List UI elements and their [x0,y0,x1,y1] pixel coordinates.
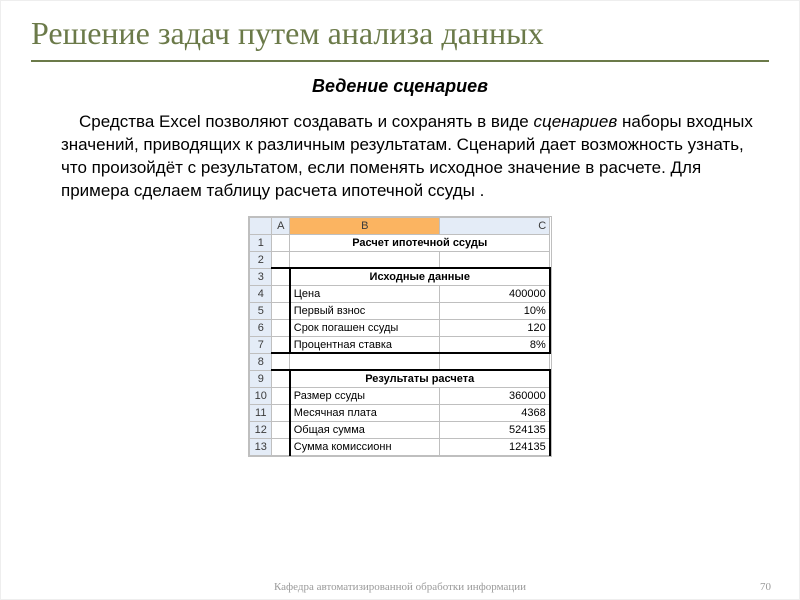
cell-label: Цена [290,285,440,302]
cell-value: 8% [440,336,550,353]
para-italic: сценариев [533,112,617,131]
row-2: 2 [250,251,550,268]
excel-grid: A B C 1 Расчет ипотечной ссуды 2 3 Исход… [249,217,551,456]
cell-label: Месячная плата [290,404,440,421]
body-paragraph: Средства Excel позволяют создавать и сох… [1,107,799,213]
excel-screenshot: A B C 1 Расчет ипотечной ссуды 2 3 Исход… [1,213,799,456]
row-13: 13 Сумма комиссионн 124135 [250,438,550,455]
cell-label: Сумма комиссионн [290,438,440,455]
cell-value: 124135 [440,438,550,455]
row-11: 11 Месячная плата 4368 [250,404,550,421]
row-header: 3 [250,268,272,285]
row-1: 1 Расчет ипотечной ссуды [250,234,550,251]
row-8: 8 [250,353,550,370]
row-3: 3 Исходные данные [250,268,550,285]
row-6: 6 Срок погашен ссуды 120 [250,319,550,336]
row-10: 10 Размер ссуды 360000 [250,387,550,404]
col-header-C: C [440,217,550,234]
title-underline [31,60,769,62]
row-4: 4 Цена 400000 [250,285,550,302]
row-12: 12 Общая сумма 524135 [250,421,550,438]
cell-label: Размер ссуды [290,387,440,404]
row-7: 7 Процентная ставка 8% [250,336,550,353]
row-9: 9 Результаты расчета [250,370,550,387]
cell-value: 10% [440,302,550,319]
footer-text: Кафедра автоматизированной обработки инф… [1,581,799,593]
cell-value: 360000 [440,387,550,404]
row-header: 6 [250,319,272,336]
row-header: 1 [250,234,272,251]
slide: Решение задач путем анализа данных Веден… [0,0,800,600]
row-header: 12 [250,421,272,438]
row-header: 9 [250,370,272,387]
subtitle: Ведение сценариев [1,72,799,107]
row-5: 5 Первый взнос 10% [250,302,550,319]
cell-value: 4368 [440,404,550,421]
section-header-input: Исходные данные [290,268,550,285]
row-header: 8 [250,353,272,370]
col-header-row: A B C [250,217,550,234]
cell-value: 120 [440,319,550,336]
cell-label: Общая сумма [290,421,440,438]
sheet-title: Расчет ипотечной ссуды [290,234,550,251]
row-header: 2 [250,251,272,268]
col-header-B: B [290,217,440,234]
row-header: 4 [250,285,272,302]
cell-value: 400000 [440,285,550,302]
section-header-results: Результаты расчета [290,370,550,387]
row-header: 7 [250,336,272,353]
row-header: 11 [250,404,272,421]
cell-label: Процентная ставка [290,336,440,353]
cell-label: Срок погашен ссуды [290,319,440,336]
corner-cell [250,217,272,234]
cell-value: 524135 [440,421,550,438]
page-number: 70 [760,581,771,593]
col-header-A: A [272,217,290,234]
page-title: Решение задач путем анализа данных [1,1,799,54]
para-prefix: Средства Excel позволяют создавать и сох… [79,112,533,131]
row-header: 5 [250,302,272,319]
row-header: 10 [250,387,272,404]
row-header: 13 [250,438,272,455]
cell-label: Первый взнос [290,302,440,319]
